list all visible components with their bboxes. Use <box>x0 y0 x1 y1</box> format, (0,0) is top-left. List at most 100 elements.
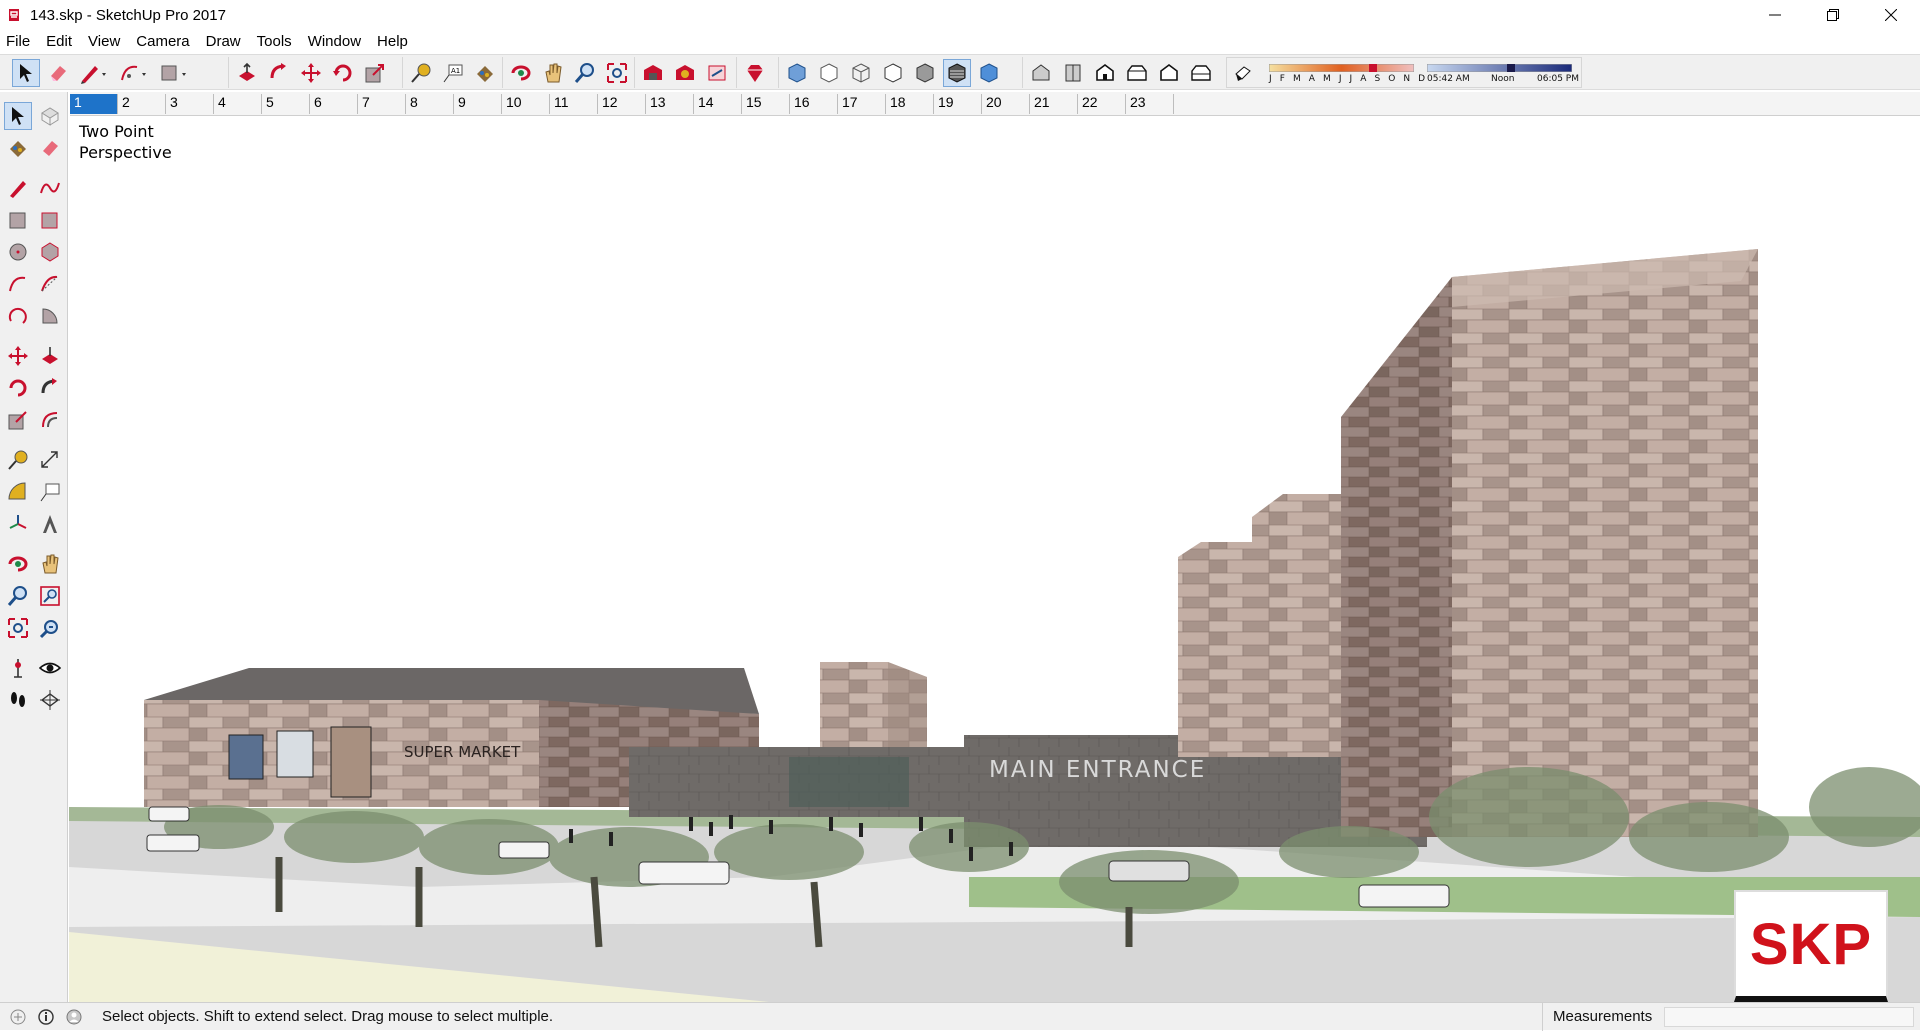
scene-tab-13[interactable]: 13 <box>646 94 694 114</box>
left-view-button[interactable] <box>1187 59 1215 87</box>
lt-eraser-button[interactable] <box>36 134 64 162</box>
wireframe-button[interactable] <box>847 59 875 87</box>
lt-look-around-button[interactable] <box>36 654 64 682</box>
scene-tab-10[interactable]: 10 <box>502 94 550 114</box>
shaded-textures-button[interactable] <box>943 58 971 87</box>
scene-tab-4[interactable]: 4 <box>214 94 262 114</box>
lt-zoom-button[interactable] <box>4 582 32 610</box>
scale-tool-button[interactable] <box>361 59 389 87</box>
right-view-button[interactable] <box>1123 59 1151 87</box>
zoom-extents-button[interactable] <box>603 59 631 87</box>
tape-measure-button[interactable] <box>407 59 435 87</box>
shadows-toggle-button[interactable] <box>1229 59 1257 87</box>
lt-text-button[interactable] <box>36 478 64 506</box>
lt-zoom-window-button[interactable] <box>36 582 64 610</box>
month-slider[interactable] <box>1269 64 1414 72</box>
menu-file[interactable]: File <box>0 33 38 50</box>
menu-view[interactable]: View <box>80 33 128 50</box>
geo-location-icon[interactable] <box>8 1007 28 1027</box>
menu-help[interactable]: Help <box>369 33 416 50</box>
scene-tab-11[interactable]: 11 <box>550 94 598 114</box>
lt-paint-bucket-button[interactable] <box>4 134 32 162</box>
lt-axes-button[interactable] <box>4 510 32 538</box>
lt-line-button[interactable] <box>4 174 32 202</box>
scene-tab-18[interactable]: 18 <box>886 94 934 114</box>
minimize-button[interactable] <box>1746 0 1804 30</box>
lt-3d-text-button[interactable] <box>36 510 64 538</box>
lt-select-button[interactable] <box>4 102 32 130</box>
pan-button[interactable] <box>539 59 567 87</box>
lt-zoom-extents-button[interactable] <box>4 614 32 642</box>
scene-tab-19[interactable]: 19 <box>934 94 982 114</box>
extension-warehouse-button[interactable] <box>703 59 731 87</box>
scene-tab-9[interactable]: 9 <box>454 94 502 114</box>
lt-offset-button[interactable] <box>36 406 64 434</box>
lt-2point-arc-button[interactable] <box>36 270 64 298</box>
lt-3point-arc-button[interactable] <box>4 302 32 330</box>
scene-tab-23[interactable]: 23 <box>1126 94 1174 114</box>
iso-view-button[interactable] <box>1027 59 1055 87</box>
lt-push-pull-button[interactable] <box>36 342 64 370</box>
menu-camera[interactable]: Camera <box>128 33 197 50</box>
lt-rectangle-button[interactable] <box>4 206 32 234</box>
lt-pan-button[interactable] <box>36 550 64 578</box>
line-tool-button[interactable] <box>76 59 112 87</box>
lt-orbit-button[interactable] <box>4 550 32 578</box>
monochrome-button[interactable] <box>975 59 1003 87</box>
lt-polygon-button[interactable] <box>36 238 64 266</box>
scene-tab-7[interactable]: 7 <box>358 94 406 114</box>
lt-walk-button[interactable] <box>4 686 32 714</box>
measurements-input[interactable] <box>1664 1007 1914 1027</box>
rotate-tool-button[interactable] <box>329 59 357 87</box>
scene-tab-22[interactable]: 22 <box>1078 94 1126 114</box>
scene-tab-1[interactable]: 1 <box>70 94 118 114</box>
top-view-button[interactable] <box>1059 59 1087 87</box>
lt-make-component-button[interactable] <box>36 102 64 130</box>
ruby-console-button[interactable] <box>741 59 769 87</box>
lt-dimension-button[interactable] <box>36 446 64 474</box>
scene-tab-3[interactable]: 3 <box>166 94 214 114</box>
scene-tab-15[interactable]: 15 <box>742 94 790 114</box>
lt-freehand-button[interactable] <box>36 174 64 202</box>
orbit-button[interactable] <box>507 59 535 87</box>
scene-tab-16[interactable]: 16 <box>790 94 838 114</box>
arc-tool-button[interactable] <box>116 59 152 87</box>
lt-arc-button[interactable] <box>4 270 32 298</box>
back-edges-button[interactable] <box>815 59 843 87</box>
back-view-button[interactable] <box>1155 59 1183 87</box>
close-button[interactable] <box>1862 0 1920 30</box>
lt-protractor-button[interactable] <box>4 478 32 506</box>
front-view-button[interactable] <box>1091 59 1119 87</box>
shapes-tool-button[interactable] <box>156 59 192 87</box>
lt-rotate-button[interactable] <box>4 374 32 402</box>
menu-edit[interactable]: Edit <box>38 33 80 50</box>
scene-tab-12[interactable]: 12 <box>598 94 646 114</box>
follow-me-button[interactable] <box>265 59 293 87</box>
scene-tab-14[interactable]: 14 <box>694 94 742 114</box>
lt-rotated-rectangle-button[interactable] <box>36 206 64 234</box>
restore-button[interactable] <box>1804 0 1862 30</box>
shaded-button[interactable] <box>911 59 939 87</box>
user-account-icon[interactable] <box>64 1007 84 1027</box>
xray-style-button[interactable] <box>783 59 811 87</box>
select-tool-button[interactable] <box>12 58 40 87</box>
move-tool-button[interactable] <box>297 59 325 87</box>
time-slider[interactable] <box>1427 64 1572 72</box>
zoom-button[interactable] <box>571 59 599 87</box>
lt-scale-button[interactable] <box>4 406 32 434</box>
paint-bucket-button[interactable] <box>471 59 499 87</box>
scene-tab-2[interactable]: 2 <box>118 94 166 114</box>
menu-tools[interactable]: Tools <box>249 33 300 50</box>
lt-follow-me-button[interactable] <box>36 374 64 402</box>
scene-tab-8[interactable]: 8 <box>406 94 454 114</box>
lt-previous-view-button[interactable] <box>36 614 64 642</box>
lt-move-button[interactable] <box>4 342 32 370</box>
lt-pie-button[interactable] <box>36 302 64 330</box>
hidden-line-button[interactable] <box>879 59 907 87</box>
lt-tape-measure-button[interactable] <box>4 446 32 474</box>
credits-info-icon[interactable] <box>36 1007 56 1027</box>
menu-window[interactable]: Window <box>300 33 369 50</box>
scene-tab-17[interactable]: 17 <box>838 94 886 114</box>
lt-position-camera-button[interactable] <box>4 654 32 682</box>
3d-warehouse-button[interactable] <box>639 59 667 87</box>
